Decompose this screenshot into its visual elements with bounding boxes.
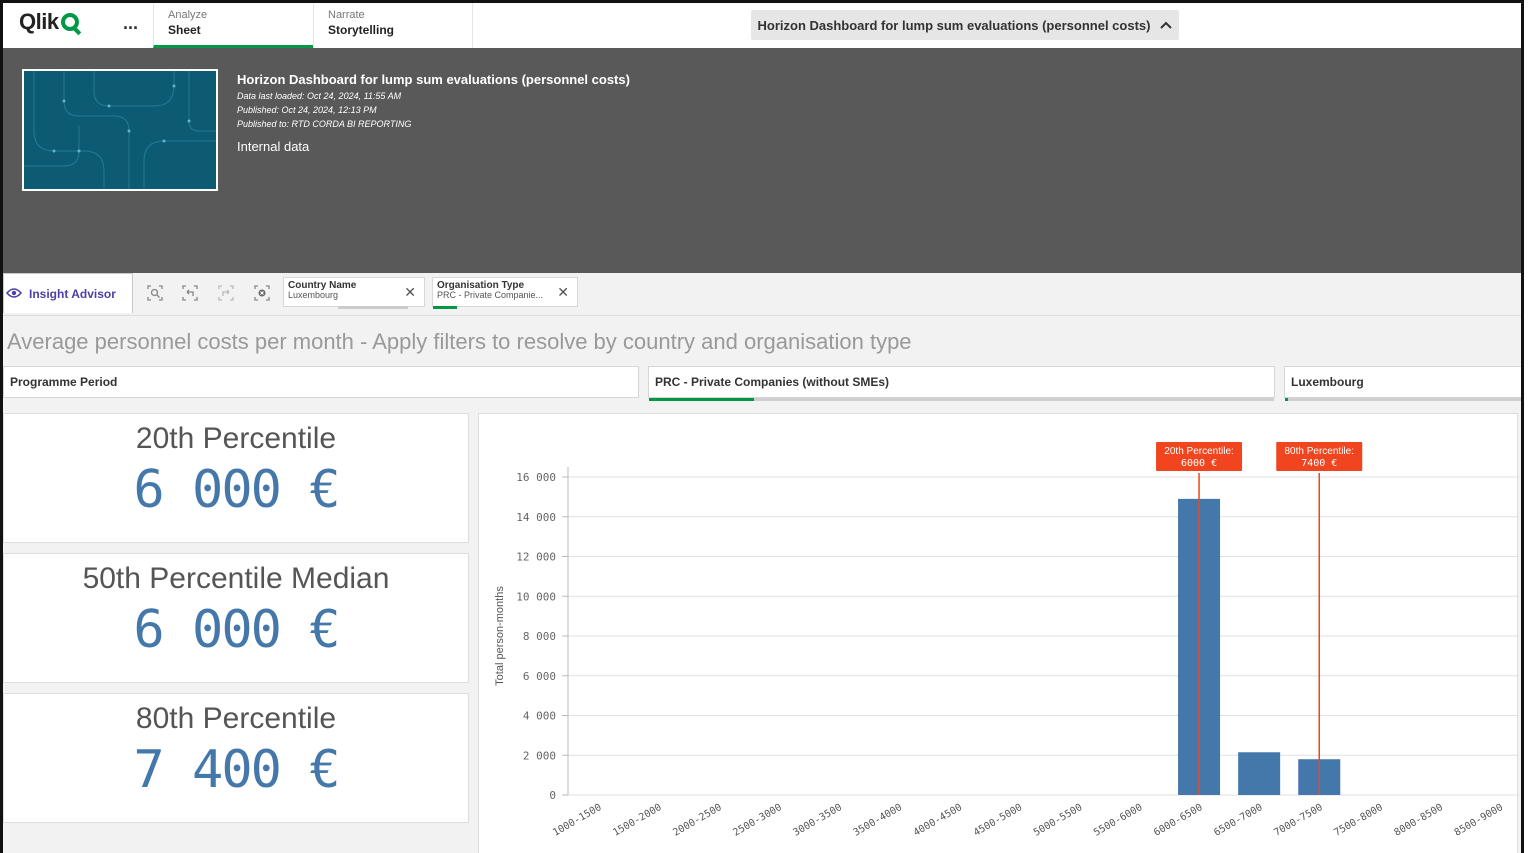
filter-country[interactable]: Luxembourg (1284, 366, 1521, 401)
app-meta: Data last loaded: Oct 24, 2024, 11:55 AM… (237, 91, 412, 129)
x-tick-label: 3500-4000 (852, 802, 904, 839)
kpi-80th-percentile[interactable]: 80th Percentile 7 400 € (3, 693, 469, 823)
tab-analyze-sheet[interactable]: Analyze Sheet (153, 3, 313, 48)
clear-selections-icon[interactable] (253, 285, 271, 301)
histogram-chart[interactable]: 0 2 000 4 000 6 000 8 000 10 000 12 000 14 000 1… (478, 413, 1519, 853)
x-tick-label: 5500-6000 (1092, 802, 1144, 839)
selection-chip-country[interactable]: Country Name Luxembourg ✕ (283, 277, 425, 309)
app-info-title: Horizon Dashboard for lump sum evaluatio… (237, 72, 630, 87)
y-tick-label: 16 000 (516, 471, 556, 484)
x-tick-label: 5000-5500 (1032, 802, 1084, 839)
x-tick-label: 2000-2500 (671, 802, 723, 839)
filter-organisation-type[interactable]: PRC - Private Companies (without SMEs) (648, 366, 1275, 401)
x-tick-label: 7500-8000 (1332, 802, 1384, 839)
insight-advisor-button[interactable]: Insight Advisor (3, 273, 133, 313)
x-tick-label: 4000-4500 (912, 802, 964, 839)
app-thumbnail (22, 69, 218, 191)
app-info: Horizon Dashboard for lump sum evaluatio… (237, 72, 630, 154)
histogram-svg: 0 2 000 4 000 6 000 8 000 10 000 12 000 14 000 1… (494, 442, 1519, 839)
smart-search-icon[interactable] (146, 285, 164, 301)
close-icon[interactable]: ✕ (557, 284, 569, 301)
y-tick-label: 6 000 (523, 670, 556, 683)
filter-programme-period[interactable]: Programme Period (3, 366, 639, 398)
tab-narrate-storytelling[interactable]: Narrate Storytelling (313, 3, 473, 48)
selection-chip-organisation-type[interactable]: Organisation Type PRC - Private Companie… (432, 277, 578, 309)
x-tick-label: 4500-5000 (972, 802, 1024, 839)
close-icon[interactable]: ✕ (404, 284, 416, 301)
more-menu-button[interactable]: ... (123, 13, 138, 34)
x-tick-label: 1000-1500 (551, 802, 603, 839)
top-bar: Qlik ... Analyze Sheet Narrate Storytell… (3, 3, 1521, 49)
eye-icon (5, 286, 23, 302)
x-tick-label: 6500-7000 (1212, 802, 1264, 839)
selections-toolbar: Insight Advisor Country Name Luxembourg … (3, 273, 1521, 316)
kpi-50th-percentile[interactable]: 50th Percentile Median 6 000 € (3, 553, 469, 683)
x-tick-label: 1500-2000 (611, 802, 663, 839)
app-header-band: Horizon Dashboard for lump sum evaluatio… (3, 48, 1521, 273)
qlik-logo[interactable]: Qlik (19, 9, 79, 35)
y-tick-label: 10 000 (516, 590, 556, 603)
step-back-icon[interactable] (181, 285, 199, 301)
qlik-logo-icon (60, 13, 79, 31)
x-tick-label: 7000-7500 (1272, 802, 1324, 839)
y-tick-label: 2 000 (523, 749, 556, 762)
app-title-dropdown[interactable]: Horizon Dashboard for lump sum evaluatio… (751, 10, 1179, 40)
sheet-area: Average personnel costs per month - Appl… (3, 316, 1521, 853)
reference-value: 7400 € (1301, 458, 1337, 469)
y-tick-label: 0 (549, 789, 556, 802)
x-tick-label: 8000-8500 (1393, 802, 1445, 839)
reference-label: 20th Percentile: (1164, 446, 1234, 457)
kpi-20th-percentile[interactable]: 20th Percentile 6 000 € (3, 413, 469, 543)
app-frame: Qlik ... Analyze Sheet Narrate Storytell… (0, 0, 1524, 853)
step-forward-icon[interactable] (217, 285, 235, 301)
chevron-up-icon (1160, 18, 1173, 32)
reference-value: 6000 € (1181, 458, 1217, 469)
y-axis-label: Total person-months (494, 586, 506, 686)
x-tick-label: 6000-6500 (1152, 802, 1204, 839)
histogram-bar (1238, 752, 1281, 795)
y-tick-label: 4 000 (523, 710, 556, 723)
y-tick-label: 14 000 (516, 511, 556, 524)
x-tick-label: 8500-9000 (1453, 802, 1505, 839)
app-description: Internal data (237, 139, 310, 154)
x-tick-label: 3000-3500 (792, 802, 844, 839)
y-tick-label: 8 000 (523, 630, 556, 643)
y-tick-label: 12 000 (516, 551, 556, 564)
reference-label: 80th Percentile: (1285, 446, 1355, 457)
x-tick-label: 2500-3000 (731, 802, 783, 839)
sheet-title: Average personnel costs per month - Appl… (7, 329, 912, 354)
